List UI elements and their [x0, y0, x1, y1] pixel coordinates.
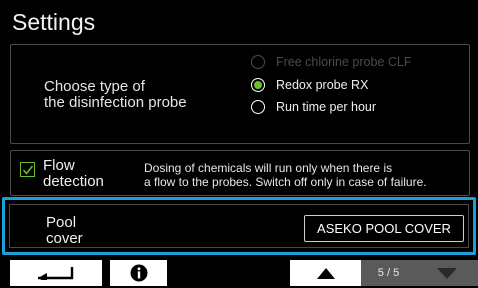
info-icon	[130, 264, 147, 282]
flow-detection-label: Flow detection	[43, 157, 104, 190]
back-arrow-icon	[38, 267, 74, 280]
info-button[interactable]	[110, 260, 167, 286]
radio-option-label: Redox probe RX	[276, 78, 369, 92]
arrow-down-icon	[437, 267, 457, 279]
pool-cover-select-button[interactable]: ASEKO POOL COVER	[304, 215, 464, 242]
settings-screen: Settings Choose type of the disinfection…	[0, 0, 478, 288]
bottom-toolbar: 5 / 5	[0, 257, 478, 288]
flow-detection-panel: Flow detection Dosing of chemicals will …	[10, 150, 470, 196]
radio-option-redox[interactable]: Redox probe RX	[251, 75, 368, 95]
radio-selected-icon[interactable]	[251, 78, 265, 92]
disinfection-probe-panel: Choose type of the disinfection probe Fr…	[10, 44, 470, 144]
checkmark-icon	[22, 165, 34, 175]
page-title: Settings	[12, 9, 96, 35]
radio-option-run-time[interactable]: Run time per hour	[251, 97, 376, 117]
back-button[interactable]	[10, 260, 102, 286]
pool-cover-panel: Pool cover ASEKO POOL COVER	[2, 197, 476, 255]
pool-cover-label: Pool cover	[46, 214, 83, 247]
page-down-button[interactable]	[416, 260, 478, 286]
radio-circle-icon[interactable]	[251, 100, 265, 114]
arrow-up-icon	[316, 267, 335, 279]
flow-detection-description: Dosing of chemicals will run only when t…	[144, 161, 427, 189]
radio-option-free-chlorine: Free chlorine probe CLF	[251, 52, 411, 72]
disinfection-probe-label: Choose type of the disinfection probe	[44, 78, 187, 111]
radio-option-label: Free chlorine probe CLF	[276, 55, 412, 69]
radio-circle-icon	[251, 55, 265, 69]
page-indicator: 5 / 5	[361, 260, 416, 286]
radio-option-label: Run time per hour	[276, 100, 377, 114]
flow-detection-checkbox[interactable]	[20, 162, 35, 177]
page-up-button[interactable]	[290, 260, 361, 286]
pool-cover-inner-frame: Pool cover ASEKO POOL COVER	[9, 204, 469, 248]
